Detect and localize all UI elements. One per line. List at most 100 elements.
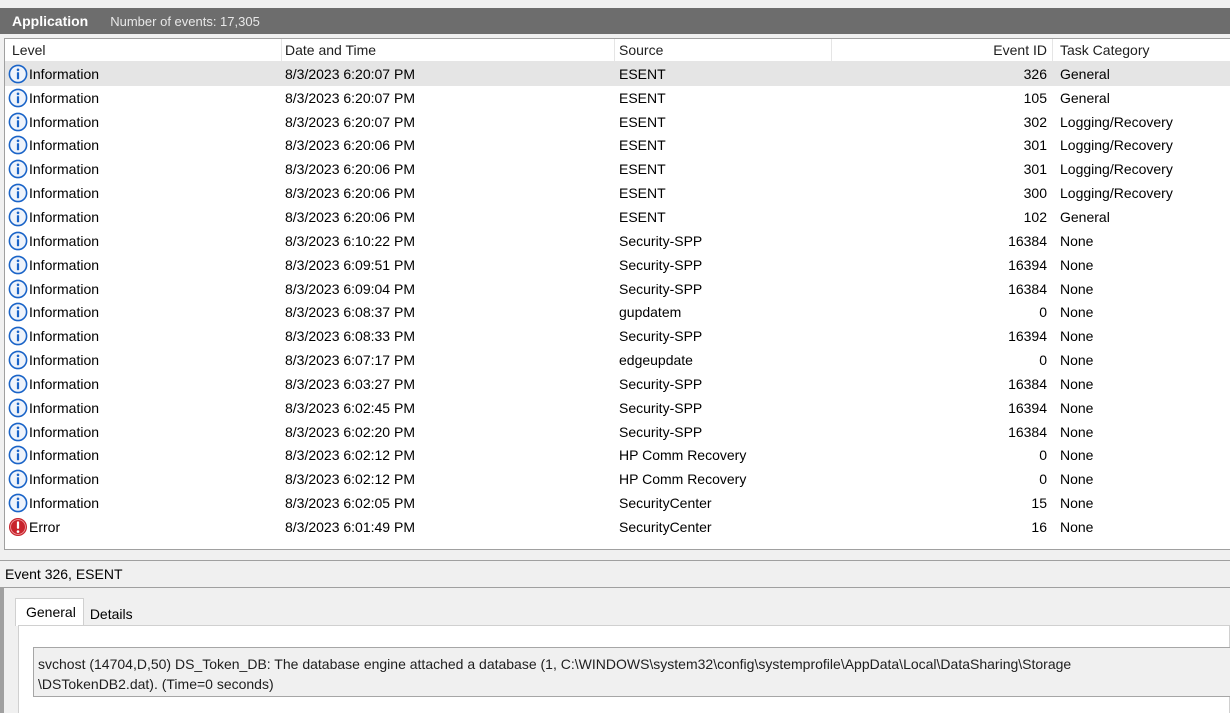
task-category-cell: None — [1060, 518, 1094, 535]
task-category-cell: Logging/Recovery — [1060, 137, 1173, 154]
column-header-source[interactable]: Source — [619, 39, 829, 61]
date-cell: 8/3/2023 6:20:07 PM — [285, 65, 415, 82]
info-icon — [8, 493, 28, 513]
tab-general[interactable]: General — [15, 598, 84, 626]
date-cell: 8/3/2023 6:20:06 PM — [285, 137, 415, 154]
event-id-cell: 105 — [1023, 89, 1047, 106]
info-icon — [8, 279, 28, 299]
level-text: Information — [29, 185, 100, 202]
event-id-cell: 16394 — [1008, 328, 1047, 345]
log-name: Application — [12, 13, 89, 29]
level-cell: Information — [8, 420, 276, 444]
column-separator[interactable] — [831, 39, 832, 61]
level-text: Information — [29, 161, 100, 178]
table-row[interactable]: Error 8/3/2023 6:01:49 PM SecurityCenter 16… — [5, 515, 1230, 539]
event-id-cell: 15 — [1031, 495, 1047, 512]
date-cell: 8/3/2023 6:20:07 PM — [285, 113, 415, 130]
column-separator[interactable] — [614, 39, 615, 61]
event-message[interactable]: svchost (14704,D,50) DS_Token_DB: The da… — [33, 647, 1230, 697]
date-cell: 8/3/2023 6:03:27 PM — [285, 375, 415, 392]
task-category-cell: None — [1060, 304, 1094, 321]
source-cell: ESENT — [619, 161, 666, 178]
table-row[interactable]: Information 8/3/2023 6:02:45 PM Security-S… — [5, 396, 1230, 420]
info-icon — [8, 302, 28, 322]
column-header-event-id[interactable]: Event ID — [833, 39, 1047, 61]
source-cell: edgeupdate — [619, 352, 693, 369]
column-separator[interactable] — [281, 39, 282, 61]
info-icon — [8, 422, 28, 442]
task-category-cell: None — [1060, 280, 1094, 297]
info-icon — [8, 374, 28, 394]
source-cell: Security-SPP — [619, 375, 703, 392]
table-row[interactable]: Information 8/3/2023 6:10:22 PM Security-S… — [5, 229, 1230, 253]
date-cell: 8/3/2023 6:07:17 PM — [285, 352, 415, 369]
table-row[interactable]: Information 8/3/2023 6:20:07 PM ESENT 105 Ge… — [5, 86, 1230, 110]
event-id-cell: 16384 — [1008, 232, 1047, 249]
level-cell: Information — [8, 157, 276, 181]
tab-details[interactable]: Details — [84, 602, 139, 626]
date-cell: 8/3/2023 6:08:37 PM — [285, 304, 415, 321]
level-cell: Information — [8, 134, 276, 158]
source-cell: ESENT — [619, 137, 666, 154]
level-cell: Information — [8, 205, 276, 229]
task-category-cell: None — [1060, 232, 1094, 249]
level-cell: Information — [8, 181, 276, 205]
task-category-cell: None — [1060, 423, 1094, 440]
column-header-task-category[interactable]: Task Category — [1060, 39, 1230, 61]
info-icon — [8, 469, 28, 489]
level-cell: Information — [8, 229, 276, 253]
task-category-cell: None — [1060, 375, 1094, 392]
date-cell: 8/3/2023 6:20:06 PM — [285, 208, 415, 225]
table-row[interactable]: Information 8/3/2023 6:02:12 PM HP Comm Re… — [5, 444, 1230, 468]
level-text: Information — [29, 328, 100, 345]
event-id-cell: 16384 — [1008, 423, 1047, 440]
event-id-cell: 16394 — [1008, 399, 1047, 416]
table-row[interactable]: Information 8/3/2023 6:20:06 PM ESENT 301 Lo… — [5, 134, 1230, 158]
column-header-date[interactable]: Date and Time — [285, 39, 615, 61]
events-grid: Level Date and Time Source Event ID Task… — [4, 38, 1230, 550]
source-cell: ESENT — [619, 185, 666, 202]
table-row[interactable]: Information 8/3/2023 6:08:33 PM Security-S… — [5, 324, 1230, 348]
level-cell: Information — [8, 300, 276, 324]
source-cell: HP Comm Recovery — [619, 447, 747, 464]
level-text: Information — [29, 423, 100, 440]
event-id-cell: 0 — [1039, 304, 1047, 321]
level-text: Information — [29, 137, 100, 154]
level-text: Error — [29, 518, 61, 535]
table-row[interactable]: Information 8/3/2023 6:08:37 PM gupdatem 0 N… — [5, 300, 1230, 324]
event-id-cell: 102 — [1023, 208, 1047, 225]
table-row[interactable]: Information 8/3/2023 6:09:04 PM Security-S… — [5, 277, 1230, 301]
table-row[interactable]: Information 8/3/2023 6:02:20 PM Security-S… — [5, 420, 1230, 444]
source-cell: SecurityCenter — [619, 495, 712, 512]
table-row[interactable]: Information 8/3/2023 6:20:06 PM ESENT 102 Ge… — [5, 205, 1230, 229]
task-category-cell: None — [1060, 256, 1094, 273]
level-text: Information — [29, 399, 100, 416]
event-detail-pane: General Details svchost (14704,D,50) DS_… — [0, 588, 1230, 713]
table-row[interactable]: Information 8/3/2023 6:02:12 PM HP Comm Re… — [5, 467, 1230, 491]
date-cell: 8/3/2023 6:01:49 PM — [285, 518, 415, 535]
level-cell: Information — [8, 396, 276, 420]
table-row[interactable]: Information 8/3/2023 6:20:06 PM ESENT 300 Lo… — [5, 181, 1230, 205]
date-cell: 8/3/2023 6:02:20 PM — [285, 423, 415, 440]
level-cell: Information — [8, 372, 276, 396]
table-row[interactable]: Information 8/3/2023 6:02:05 PM SecurityCe… — [5, 491, 1230, 515]
table-row[interactable]: Information 8/3/2023 6:20:07 PM ESENT 302 Lo… — [5, 110, 1230, 134]
date-cell: 8/3/2023 6:20:07 PM — [285, 89, 415, 106]
table-row[interactable]: Information 8/3/2023 6:20:07 PM ESENT 326 Ge… — [5, 62, 1230, 86]
info-icon — [8, 350, 28, 370]
source-cell: Security-SPP — [619, 399, 703, 416]
column-header-level[interactable]: Level — [12, 39, 280, 61]
table-row[interactable]: Information 8/3/2023 6:03:27 PM Security-S… — [5, 372, 1230, 396]
table-row[interactable]: Information 8/3/2023 6:07:17 PM edgeupdate… — [5, 348, 1230, 372]
column-separator[interactable] — [1052, 39, 1053, 61]
info-icon — [8, 159, 28, 179]
table-row[interactable]: Information 8/3/2023 6:20:06 PM ESENT 301 Lo… — [5, 157, 1230, 181]
event-id-cell: 0 — [1039, 447, 1047, 464]
info-icon — [8, 64, 28, 84]
source-cell: ESENT — [619, 89, 666, 106]
source-cell: Security-SPP — [619, 256, 703, 273]
level-cell: Information — [8, 467, 276, 491]
table-row[interactable]: Information 8/3/2023 6:09:51 PM Security-S… — [5, 253, 1230, 277]
date-cell: 8/3/2023 6:02:45 PM — [285, 399, 415, 416]
event-message-line: \DSTokenDB2.dat). (Time=0 seconds) — [38, 676, 274, 692]
